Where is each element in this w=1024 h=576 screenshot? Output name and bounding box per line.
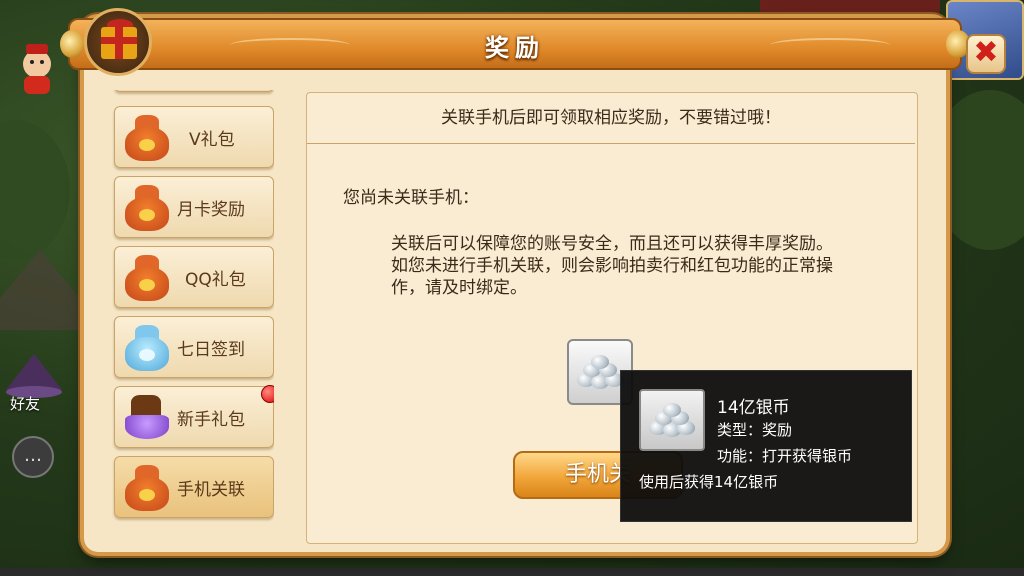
purple-treasure-icon xyxy=(121,393,173,443)
nav-item-label: 月卡奖励 xyxy=(177,200,245,220)
chat-bubble-icon[interactable]: … xyxy=(12,436,54,478)
close-button[interactable]: ✖ xyxy=(966,34,1006,74)
silver-coin-pile-icon xyxy=(577,355,625,391)
bottom-hud-bar xyxy=(0,568,1024,576)
nav-item-label: 七日签到 xyxy=(177,340,245,360)
nav-item-label: 新手礼包 xyxy=(177,410,245,430)
tooltip-item-name: 14亿银币 xyxy=(717,398,790,418)
gift-bag-icon xyxy=(121,463,173,513)
reward-banner: 关联手机后即可领取相应奖励，不要错过哦！ xyxy=(307,93,915,144)
dialog-title: 奖励 xyxy=(485,34,545,62)
nav-item-seven-day-signin[interactable]: 七日签到 xyxy=(114,316,274,378)
nav-item-partial[interactable] xyxy=(114,90,274,92)
nav-item-label: V礼包 xyxy=(189,130,235,150)
notification-badge xyxy=(261,385,274,403)
nav-item-qq-gift[interactable]: QQ礼包 xyxy=(114,246,274,308)
reward-category-list[interactable]: V礼包 月卡奖励 QQ礼包 七日签到 新手礼包 手机关联 xyxy=(110,90,274,542)
nav-item-monthly-card[interactable]: 月卡奖励 xyxy=(114,176,274,238)
background-tree xyxy=(0,120,70,260)
link-status-text: 您尚未关联手机： xyxy=(343,188,479,208)
gift-bag-icon xyxy=(121,253,173,303)
silver-coin-pile-icon xyxy=(639,389,705,451)
nav-item-newbie-gift[interactable]: 新手礼包 xyxy=(114,385,274,448)
gift-bag-icon xyxy=(121,183,173,233)
nav-item-label: 手机关联 xyxy=(177,480,245,500)
link-description: 关联后可以保障您的账号安全，而且还可以获得丰厚奖励。如您未进行手机关联，则会影响… xyxy=(391,234,833,298)
tooltip-item-function: 功能：打开获得银币 xyxy=(717,447,853,465)
top-hud-bar xyxy=(760,0,940,14)
gift-box-icon xyxy=(84,8,152,76)
gift-bag-icon xyxy=(121,113,173,163)
item-tooltip: 14亿银币 类型：奖励 功能：打开获得银币 使用后获得14亿银币 xyxy=(620,370,912,522)
mascot-character-icon[interactable] xyxy=(8,40,66,98)
friend-label[interactable]: 好友 xyxy=(10,393,40,414)
nav-item-label: QQ礼包 xyxy=(185,270,246,290)
nav-item-v-gift[interactable]: V礼包 xyxy=(114,106,274,168)
dialog-title-bar: 奖励 xyxy=(60,18,970,70)
blue-gift-bag-icon xyxy=(121,323,173,373)
tooltip-item-type: 类型：奖励 xyxy=(717,421,793,439)
tooltip-item-use: 使用后获得14亿银币 xyxy=(639,473,779,491)
nav-item-phone-link[interactable]: 手机关联 xyxy=(114,456,274,518)
background-hut xyxy=(0,250,80,330)
